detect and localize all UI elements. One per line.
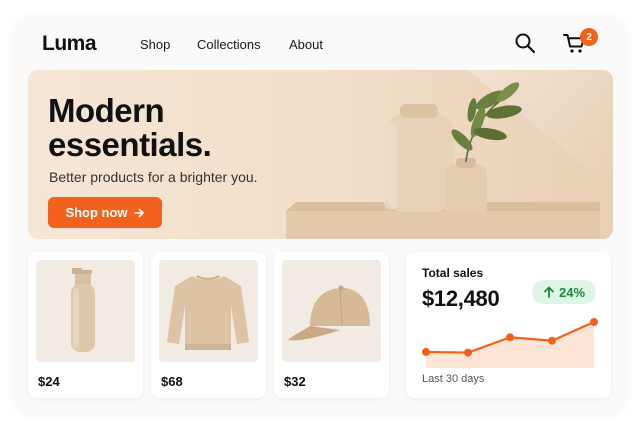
sparkline-area: [426, 322, 594, 368]
hero-subtitle: Better products for a brighter you.: [49, 169, 258, 185]
product-card-cap[interactable]: $32: [274, 252, 389, 398]
product-price: $32: [284, 374, 306, 389]
product-price: $24: [38, 374, 60, 389]
growth-badge: 24%: [532, 280, 596, 304]
shop-now-button[interactable]: Shop now: [48, 197, 162, 228]
growth-value: 24%: [558, 284, 586, 300]
arrow-up-icon: [544, 286, 554, 298]
hero-title: Modern essentials.: [48, 92, 212, 163]
arrow-right-icon: [133, 208, 144, 217]
sparkline-point: [422, 347, 430, 356]
product-image-cap: [282, 260, 381, 362]
app-window: Luma Shop Collections About 2 Modern ess…: [16, 16, 624, 412]
stats-label: Total sales: [422, 266, 484, 280]
product-card-sweatshirt[interactable]: $68: [151, 252, 266, 398]
sparkline-point: [506, 333, 514, 342]
stats-period: Last 30 days: [422, 373, 485, 385]
product-price: $68: [161, 374, 183, 389]
product-image-sweatshirt: [159, 260, 258, 362]
nav-link-collections[interactable]: Collections: [197, 37, 261, 52]
shop-now-label: Shop now: [65, 205, 128, 220]
product-image-bottle: [36, 260, 135, 362]
top-nav: Luma Shop Collections About 2: [16, 16, 624, 70]
sparkline-point: [464, 348, 472, 357]
nav-link-about[interactable]: About: [289, 37, 323, 52]
sparkline-point: [548, 336, 556, 345]
brand-logo[interactable]: Luma: [42, 32, 97, 56]
cart-count-badge: 2: [580, 28, 598, 46]
sales-stats-card: Total sales $12,480 24% Last 30 days: [406, 252, 611, 398]
hero-banner: Modern essentials. Better products for a…: [28, 70, 613, 239]
search-icon[interactable]: [512, 30, 538, 56]
nav-link-shop[interactable]: Shop: [140, 37, 170, 52]
product-card-bottle[interactable]: $24: [28, 252, 143, 398]
sales-trend-sparkline: [422, 318, 598, 368]
stats-value: $12,480: [422, 286, 500, 311]
sparkline-point: [590, 318, 598, 326]
